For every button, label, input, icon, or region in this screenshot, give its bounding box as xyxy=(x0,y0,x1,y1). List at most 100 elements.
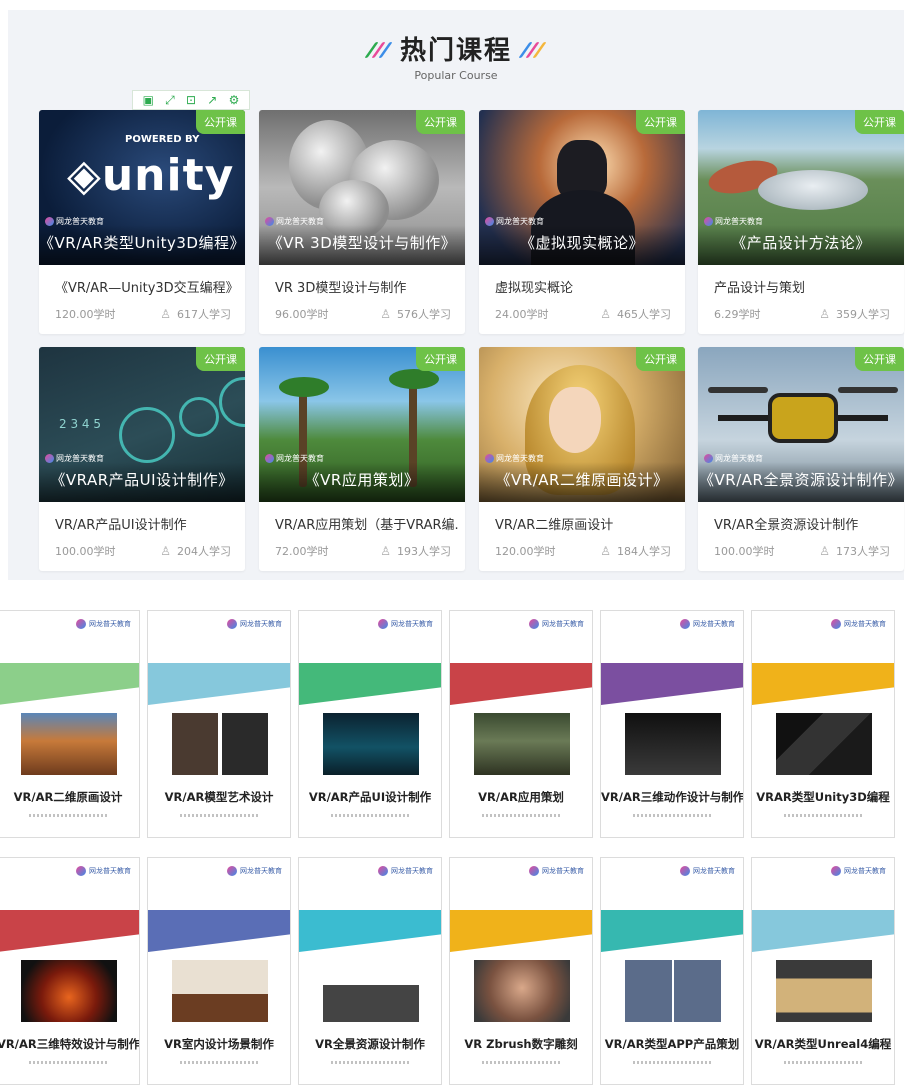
cover-image xyxy=(172,713,268,775)
brand-logo: 网龙普天教育 xyxy=(45,453,104,464)
color-band xyxy=(148,910,290,952)
course-card[interactable]: POWERED BY ◈unity 公开课 网龙普天教育 《VR/AR类型Unit… xyxy=(39,110,245,334)
public-course-badge: 公开课 xyxy=(196,110,245,134)
publisher-line xyxy=(180,1061,258,1064)
textbook-cover[interactable]: 网龙普天教育 VR/AR应用策划 xyxy=(449,610,593,838)
cover-title: 《VR/AR类型Unity3D编程》 xyxy=(39,234,245,252)
settings-icon[interactable]: ⚙ xyxy=(229,94,240,106)
textbook-cover[interactable]: 网龙普天教育 VRAR类型Unity3D编程 xyxy=(751,610,895,838)
course-card[interactable]: 公开课 网龙普天教育 《VR/AR全景资源设计制作》 VR/AR全景资源设计制作… xyxy=(698,347,904,571)
course-meta: 96.00学时 ♙ 576人学习 xyxy=(275,306,451,322)
textbook-cover[interactable]: 网龙普天教育 VR/AR类型Unreal4编程 xyxy=(751,857,895,1085)
course-meta: 100.00学时 ♙ 173人学习 xyxy=(714,543,890,559)
course-thumbnail[interactable]: 公开课 网龙普天教育 《虚拟现实概论》 xyxy=(479,110,685,265)
publisher-line xyxy=(482,814,560,817)
brand-logo: 网龙普天教育 xyxy=(529,619,584,629)
textbook-cover[interactable]: 网龙普天教育 VR全景资源设计制作 xyxy=(298,857,442,1085)
brand-icon xyxy=(265,217,274,226)
brand-logo: 网龙普天教育 xyxy=(227,619,282,629)
brand-logo: 网龙普天教育 xyxy=(680,619,735,629)
color-band xyxy=(450,910,592,952)
cover-image xyxy=(474,713,570,775)
course-card[interactable]: 公开课 网龙普天教育 《VR应用策划》 VR/AR应用策划（基于VRAR编...… xyxy=(259,347,465,571)
textbook-cover[interactable]: 网龙普天教育 VR/AR模型艺术设计 xyxy=(147,610,291,838)
course-card[interactable]: 公开课 网龙普天教育 《产品设计方法论》 产品设计与策划 6.29学时 ♙ 359… xyxy=(698,110,904,334)
brand-icon xyxy=(485,217,494,226)
brand-logo: 网龙普天教育 xyxy=(704,216,763,227)
course-thumbnail[interactable]: 公开课 网龙普天教育 《VR/AR全景资源设计制作》 xyxy=(698,347,904,502)
course-thumbnail[interactable]: 2 3 4 5 公开课 网龙普天教育 《VRAR产品UI设计制作》 xyxy=(39,347,245,502)
public-course-badge: 公开课 xyxy=(636,110,685,134)
color-band xyxy=(752,663,894,705)
cover-image xyxy=(474,960,570,1022)
course-name[interactable]: 《VR/AR—Unity3D交互编程》 xyxy=(55,277,239,296)
textbook-cover[interactable]: 网龙普天教育 VR/AR产品UI设计制作 xyxy=(298,610,442,838)
course-name[interactable]: VR/AR产品UI设计制作 xyxy=(55,514,239,533)
user-icon: ♙ xyxy=(380,307,391,321)
textbook-cover[interactable]: 网龙普天教育 VR Zbrush数字雕刻 xyxy=(449,857,593,1085)
expand-icon[interactable]: ⤢ xyxy=(165,94,175,106)
course-hours: 120.00学时 xyxy=(495,545,556,558)
brand-icon xyxy=(831,619,841,629)
textbook-cover[interactable]: 网龙普天教育 VR/AR类型APP产品策划 xyxy=(600,857,744,1085)
course-card[interactable]: 公开课 网龙普天教育 《VR 3D模型设计与制作》 VR 3D模型设计与制作 9… xyxy=(259,110,465,334)
cover-title: 《VR应用策划》 xyxy=(304,471,420,489)
save-icon[interactable]: ▣ xyxy=(143,94,154,106)
learner-count: ♙ 465人学习 xyxy=(600,307,671,321)
course-thumbnail[interactable]: 公开课 网龙普天教育 《VR应用策划》 xyxy=(259,347,465,502)
brand-logo: 网龙普天教育 xyxy=(529,866,584,876)
floating-toolbar: ▣ ⤢ ⊡ ↗ ⚙ xyxy=(132,90,250,110)
brand-logo: 网龙普天教育 xyxy=(485,453,544,464)
textbook-cover[interactable]: 网龙普天教育 VR室内设计场景制作 xyxy=(147,857,291,1085)
course-thumbnail[interactable]: POWERED BY ◈unity 公开课 网龙普天教育 《VR/AR类型Unit… xyxy=(39,110,245,265)
course-name[interactable]: VR 3D模型设计与制作 xyxy=(275,277,459,296)
book-title: VR/AR类型Unreal4编程 xyxy=(754,1037,892,1051)
brand-icon xyxy=(76,619,86,629)
cover-title: 《VR 3D模型设计与制作》 xyxy=(267,234,457,252)
brand-icon xyxy=(45,217,54,226)
book-title: VR/AR应用策划 xyxy=(478,790,564,804)
textbook-cover[interactable]: 网龙普天教育 VR/AR二维原画设计 xyxy=(0,610,140,838)
course-name[interactable]: 虚拟现实概论 xyxy=(495,277,679,296)
public-course-badge: 公开课 xyxy=(416,347,465,371)
user-icon: ♙ xyxy=(160,544,171,558)
book-title: VR/AR类型APP产品策划 xyxy=(604,1037,740,1051)
brand-icon xyxy=(227,866,237,876)
book-title: VR全景资源设计制作 xyxy=(315,1037,425,1051)
course-hours: 6.29学时 xyxy=(714,308,761,321)
cover-title: 《虚拟现实概论》 xyxy=(519,234,644,252)
brand-icon xyxy=(378,619,388,629)
course-thumbnail[interactable]: 公开课 网龙普天教育 《VR 3D模型设计与制作》 xyxy=(259,110,465,265)
book-title: VR/AR产品UI设计制作 xyxy=(308,790,432,804)
course-thumbnail[interactable]: 公开课 网龙普天教育 《VR/AR二维原画设计》 xyxy=(479,347,685,502)
course-hours: 100.00学时 xyxy=(55,545,116,558)
textbook-cover[interactable]: 网龙普天教育 VR/AR三维特效设计与制作 xyxy=(0,857,140,1085)
color-band xyxy=(299,910,441,952)
section-title: 热门课程 xyxy=(399,36,512,66)
cover-image xyxy=(776,960,872,1022)
book-title: VRAR类型Unity3D编程 xyxy=(756,790,890,804)
brand-icon xyxy=(529,619,539,629)
share-icon[interactable]: ↗ xyxy=(207,94,217,106)
brand-logo: 网龙普天教育 xyxy=(378,866,433,876)
section-header: 热门课程 Popular Course xyxy=(8,30,904,82)
textbook-cover[interactable]: 网龙普天教育 VR/AR三维动作设计与制作 xyxy=(600,610,744,838)
course-name[interactable]: VR/AR应用策划（基于VRAR编... xyxy=(275,514,459,533)
course-thumbnail[interactable]: 公开课 网龙普天教育 《产品设计方法论》 xyxy=(698,110,904,265)
course-name[interactable]: VR/AR二维原画设计 xyxy=(495,514,679,533)
screenshot-icon[interactable]: ⊡ xyxy=(186,94,196,106)
book-title: VR/AR模型艺术设计 xyxy=(164,790,274,804)
user-icon: ♙ xyxy=(160,307,171,321)
course-name[interactable]: VR/AR全景资源设计制作 xyxy=(714,514,898,533)
course-card[interactable]: 公开课 网龙普天教育 《虚拟现实概论》 虚拟现实概论 24.00学时 ♙ 465人… xyxy=(479,110,685,334)
book-title: VR Zbrush数字雕刻 xyxy=(464,1037,578,1051)
brand-icon xyxy=(680,619,690,629)
course-card[interactable]: 2 3 4 5 公开课 网龙普天教育 《VRAR产品UI设计制作》 VR/AR产… xyxy=(39,347,245,571)
brand-logo: 网龙普天教育 xyxy=(704,453,763,464)
course-hours: 24.00学时 xyxy=(495,308,549,321)
brand-logo: 网龙普天教育 xyxy=(76,619,131,629)
title-deco-left-icon xyxy=(364,40,393,58)
course-name[interactable]: 产品设计与策划 xyxy=(714,277,898,296)
course-card[interactable]: 公开课 网龙普天教育 《VR/AR二维原画设计》 VR/AR二维原画设计 120… xyxy=(479,347,685,571)
cover-image xyxy=(21,713,117,775)
